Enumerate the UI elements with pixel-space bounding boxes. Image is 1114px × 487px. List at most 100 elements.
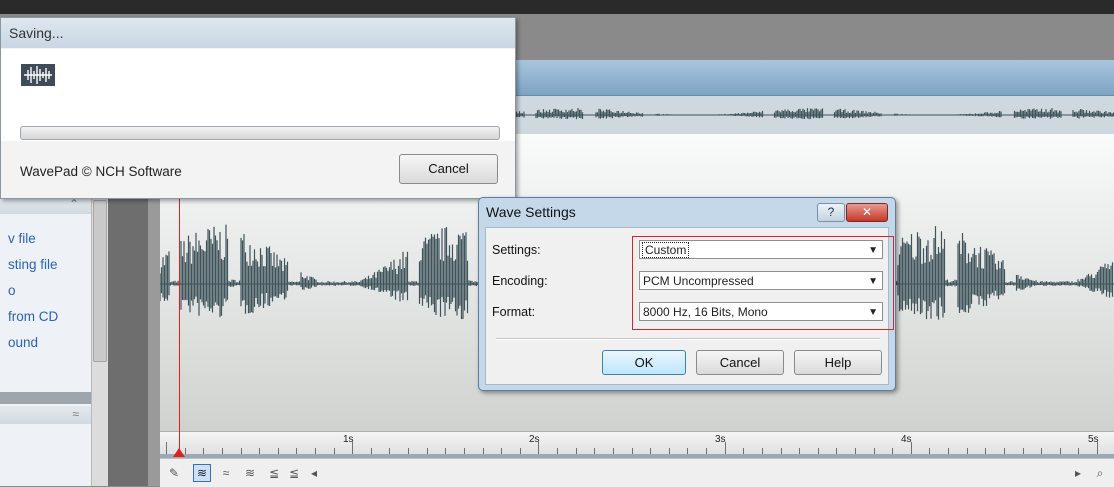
task-link-record-audio[interactable]: o [8,282,58,308]
overview-waveform [515,108,1114,120]
dropdown-arrow-icon[interactable]: ▼ [868,303,878,322]
settings-select[interactable]: Custom ▼ [639,240,883,259]
wavepad-logo-icon [21,64,55,86]
ruler-tick [1041,448,1043,454]
cancel-button[interactable]: Cancel [696,350,784,375]
ruler-tick [1059,448,1061,454]
ruler-tick [426,448,428,454]
ruler-tick [501,448,503,454]
close-icon[interactable]: ✕ [846,203,888,222]
waveform-view-alt-icon[interactable]: ≈ [218,465,234,481]
waveform-view-icon[interactable]: ≋ [193,464,211,482]
task-link-load-from-cd[interactable]: from CD [8,308,58,334]
wave-tab-header [515,60,1114,96]
ruler-tick [892,448,894,454]
panel-divider [0,392,91,404]
ruler-tick [910,442,912,454]
saving-dialog-body [1,49,515,141]
encoding-select[interactable]: PCM Uncompressed ▼ [639,271,883,290]
time-ruler[interactable]: 1s 2s 3s 4s 5s [160,431,1114,459]
ruler-tick [240,448,242,454]
ruler-tick [277,448,279,454]
settings-label: Settings: [492,243,541,257]
wave-settings-dialog: Wave Settings ? ✕ Settings: Custom ▼ Enc… [478,197,896,391]
ruler-tick [221,448,223,454]
ruler-tick [836,448,838,454]
waveform-path [515,108,1114,120]
ruler-tick [780,448,782,454]
pencil-icon[interactable]: ✎ [166,465,182,481]
bottom-toolbar: ✎ ≋ ≈ ≋ ≦ ≦ ◂ ▸ ⌕ [160,458,1114,487]
scrollbar-thumb[interactable] [93,200,107,362]
ruler-tick [482,448,484,454]
level-low-icon[interactable]: ≦ [266,465,282,481]
ruler-tick [315,448,316,454]
ruler-tick [408,448,410,454]
help-button[interactable]: Help [794,350,882,375]
ruler-tick [873,448,875,454]
task-link-new-file[interactable]: v file [8,230,58,256]
ruler-tick [370,448,372,454]
left-gutter [108,196,160,486]
zoom-icon[interactable]: ⌕ [1092,465,1108,481]
scroll-right-icon[interactable]: ▸ [1070,465,1086,481]
ruler-tick [966,448,968,454]
ruler-tick [259,448,261,454]
wave-settings-title: Wave Settings [486,204,576,220]
ruler-tick [296,448,298,454]
expand-chevron-icon[interactable]: ≈ [72,407,79,421]
task-link-existing-file[interactable]: sting file [8,256,58,282]
format-select-value: 8000 Hz, 16 Bits, Mono [643,305,768,319]
ruler-tick [352,442,354,454]
wave-settings-client: Settings: Custom ▼ Encoding: PCM Uncompr… [485,227,894,385]
ruler-tick [203,448,205,454]
ruler-tick [985,448,987,454]
help-question-icon[interactable]: ? [817,203,845,222]
ruler-tick [1097,442,1098,454]
ruler-tick [854,448,856,454]
dropdown-arrow-icon[interactable]: ▼ [868,272,878,291]
ruler-tick [687,448,689,454]
ruler-tick [333,448,335,454]
ruler-tick [929,448,931,454]
task-list: v file sting file o from CD ound [8,230,58,360]
task-panel-header-2[interactable]: ≈ [0,406,91,424]
ruler-tick [389,448,391,454]
collapse-chevron-icon[interactable]: ⌃ [69,197,79,211]
playhead-marker[interactable] [173,448,185,457]
ruler-tick [166,442,167,454]
ruler-tick [631,448,633,454]
window-top-strip [0,0,1114,14]
saving-dialog-title: Saving... [1,18,515,48]
ruler-tick [1022,448,1024,454]
encoding-select-value: PCM Uncompressed [643,274,754,288]
ruler-tick [799,448,801,454]
spectral-view-icon[interactable]: ≋ [242,465,258,481]
format-label: Format: [492,305,536,319]
ok-button[interactable]: OK [602,350,686,375]
waveform-overview[interactable] [515,96,1114,134]
ruler-tick [538,442,540,454]
scroll-left-icon[interactable]: ◂ [306,465,322,481]
format-select[interactable]: 8000 Hz, 16 Bits, Mono ▼ [639,302,883,321]
ruler-tick [1003,448,1005,454]
ruler-tick [817,448,819,454]
level-high-icon[interactable]: ≦ [286,465,302,481]
saving-dialog: Saving... WavePad © NCH Software Cancel [0,17,516,199]
ruler-tick [594,448,596,454]
ruler-tick [650,448,652,454]
task-link-sound[interactable]: ound [8,334,58,360]
ruler-tick [724,442,726,454]
ruler-tick [557,448,558,454]
dropdown-arrow-icon[interactable]: ▼ [868,241,878,260]
copyright-text: WavePad © NCH Software [20,164,182,179]
ruler-tick [463,448,465,454]
ruler-tick [948,448,949,454]
ruler-tick [743,448,745,454]
ruler-tick [575,448,577,454]
dialog-separator [496,338,880,340]
ruler-tick [519,448,521,454]
settings-select-value: Custom [641,242,690,258]
ruler-tick [761,448,763,454]
saving-cancel-button[interactable]: Cancel [399,154,498,184]
